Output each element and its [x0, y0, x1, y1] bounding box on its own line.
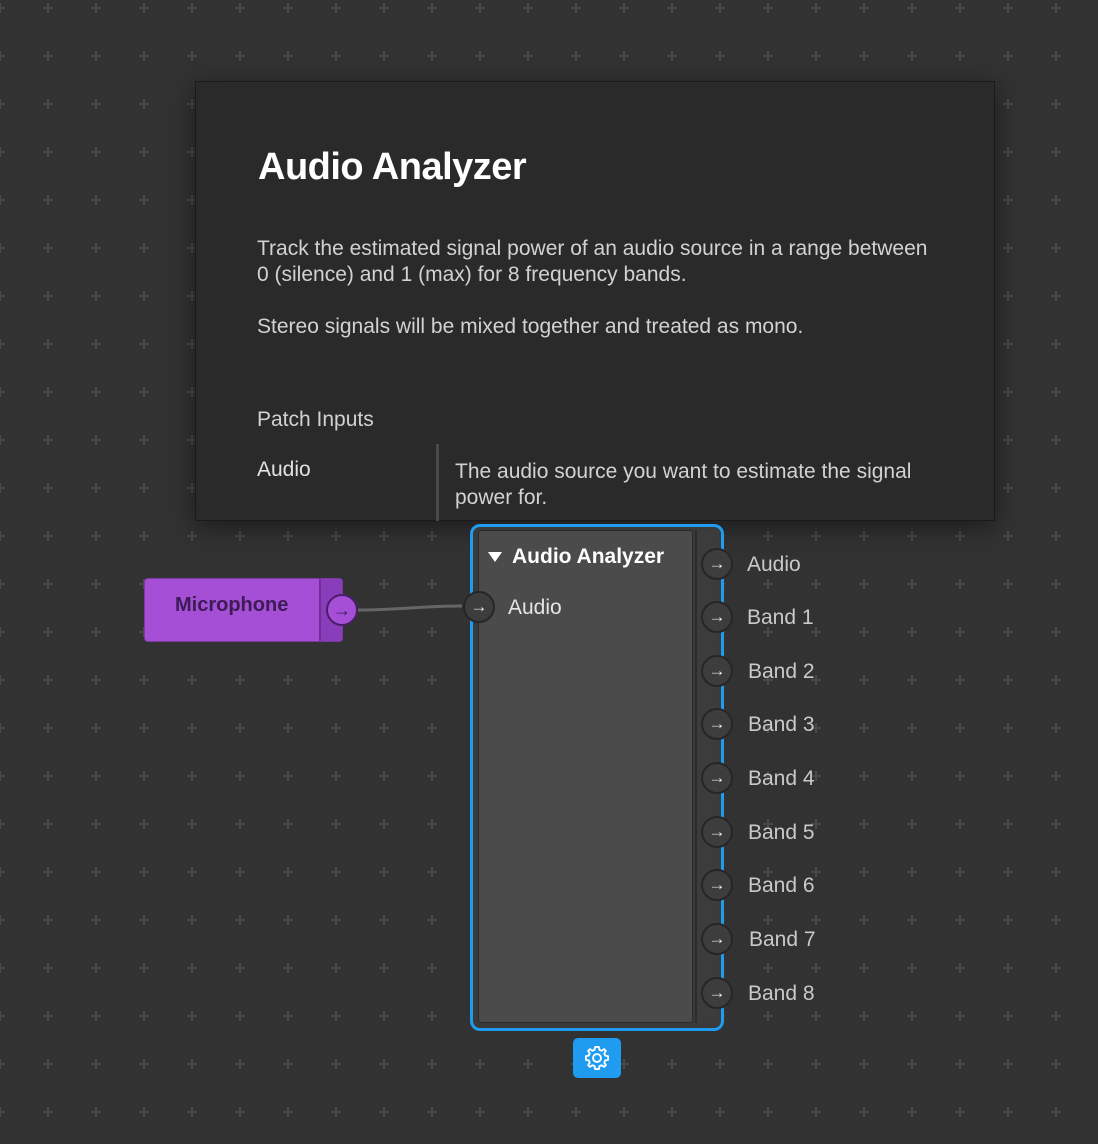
- output-port-label: Band 4: [748, 767, 815, 790]
- node-settings-button[interactable]: [573, 1038, 621, 1078]
- input-description: The audio source you want to estimate th…: [455, 460, 912, 509]
- output-port-label: Band 5: [748, 821, 815, 844]
- output-port-band-8[interactable]: →: [701, 977, 733, 1009]
- output-port-label: Band 8: [748, 982, 815, 1005]
- output-port-band-1[interactable]: →: [701, 601, 733, 633]
- output-port-band-6[interactable]: →: [701, 869, 733, 901]
- patch-inputs-heading: Patch Inputs: [257, 408, 374, 431]
- arrow-right-icon: →: [708, 822, 726, 841]
- input-name: Audio: [257, 458, 311, 481]
- output-port-label: Audio: [747, 553, 801, 576]
- gear-icon: [584, 1045, 610, 1071]
- microphone-output-port[interactable]: →: [326, 594, 358, 626]
- node-title: Audio Analyzer: [512, 545, 665, 568]
- arrow-right-icon: →: [708, 875, 726, 894]
- input-port-label: Audio: [508, 596, 562, 619]
- microphone-node[interactable]: Microphone: [144, 578, 343, 642]
- column-divider: [436, 444, 439, 521]
- arrow-right-icon: →: [708, 661, 726, 680]
- output-port-label: Band 3: [748, 713, 815, 736]
- microphone-label: Microphone: [175, 594, 289, 616]
- output-port-band-7[interactable]: →: [701, 923, 733, 955]
- arrow-right-icon: →: [708, 929, 726, 948]
- arrow-right-icon: →: [708, 983, 726, 1002]
- input-port-audio[interactable]: →: [463, 591, 495, 623]
- arrow-right-icon: →: [470, 597, 488, 616]
- panel-title: Audio Analyzer: [258, 146, 527, 188]
- arrow-right-icon: →: [708, 714, 726, 733]
- panel-description: Track the estimated signal power of an a…: [257, 237, 928, 286]
- output-port-band-2[interactable]: →: [701, 655, 733, 687]
- arrow-right-icon: →: [708, 768, 726, 787]
- patch-info-panel: Audio Analyzer Track the estimated signa…: [195, 81, 995, 521]
- output-port-label: Band 7: [749, 928, 816, 951]
- output-port-band-5[interactable]: →: [701, 816, 733, 848]
- arrow-right-icon: →: [708, 607, 726, 626]
- output-port-band-3[interactable]: →: [701, 708, 733, 740]
- output-port-label: Band 2: [748, 660, 815, 683]
- arrow-right-icon: →: [333, 599, 351, 620]
- output-port-audio[interactable]: →: [701, 548, 733, 580]
- output-port-band-4[interactable]: →: [701, 762, 733, 794]
- panel-description-note: Stereo signals will be mixed together an…: [257, 315, 804, 338]
- arrow-right-icon: →: [708, 554, 726, 573]
- output-port-label: Band 1: [747, 606, 814, 629]
- output-port-label: Band 6: [748, 874, 815, 897]
- triangle-down-icon[interactable]: [488, 552, 502, 562]
